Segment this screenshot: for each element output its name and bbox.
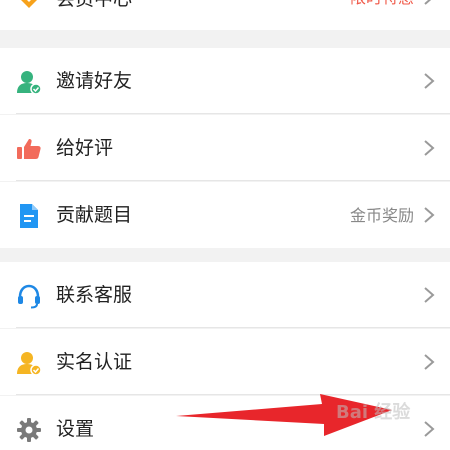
menu-item-label: 会员中心: [56, 0, 132, 13]
row-divider: [16, 327, 450, 328]
menu-item-give-rating[interactable]: 给好评: [0, 115, 450, 181]
chevron-right-icon: [424, 421, 435, 437]
gear-icon: [17, 418, 41, 442]
headset-icon: [18, 284, 40, 309]
verified-user-icon: [17, 352, 42, 376]
chevron-right-icon: [424, 0, 432, 5]
menu-item-label: 贡献题目: [56, 204, 133, 226]
menu-item-contribute-question[interactable]: 贡献题目 金币奖励: [0, 182, 450, 248]
menu-item-contact-support[interactable]: 联系客服: [0, 262, 450, 328]
add-user-icon: [17, 71, 42, 95]
row-divider: [16, 113, 450, 114]
row-divider: [16, 180, 450, 181]
document-icon: [20, 204, 38, 228]
menu-item-label: 邀请好友: [56, 70, 133, 92]
chevron-right-icon: [424, 73, 435, 89]
diamond-icon: [21, 0, 37, 8]
menu-item-member-center[interactable]: 会员中心 限时特惠: [0, 0, 450, 30]
menu-item-label: 实名认证: [56, 351, 133, 373]
settings-page: 会员中心 限时特惠 邀请好友 给好评: [0, 0, 450, 450]
chevron-right-icon: [424, 140, 435, 156]
menu-item-settings[interactable]: 设置: [0, 396, 450, 450]
chevron-right-icon: [424, 287, 435, 303]
chevron-right-icon: [424, 207, 435, 223]
row-divider: [16, 394, 450, 395]
menu-item-label: 给好评: [56, 137, 114, 159]
reward-text: 金币奖励: [349, 206, 414, 225]
menu-item-label: 联系客服: [56, 284, 133, 306]
menu-item-label: 设置: [56, 418, 95, 440]
promo-text: 限时特惠: [350, 0, 414, 10]
menu-item-realname-verification[interactable]: 实名认证: [0, 329, 450, 395]
chevron-right-icon: [424, 354, 435, 370]
menu-item-invite-friends[interactable]: 邀请好友: [0, 48, 450, 114]
thumbs-up-icon: [17, 139, 41, 159]
